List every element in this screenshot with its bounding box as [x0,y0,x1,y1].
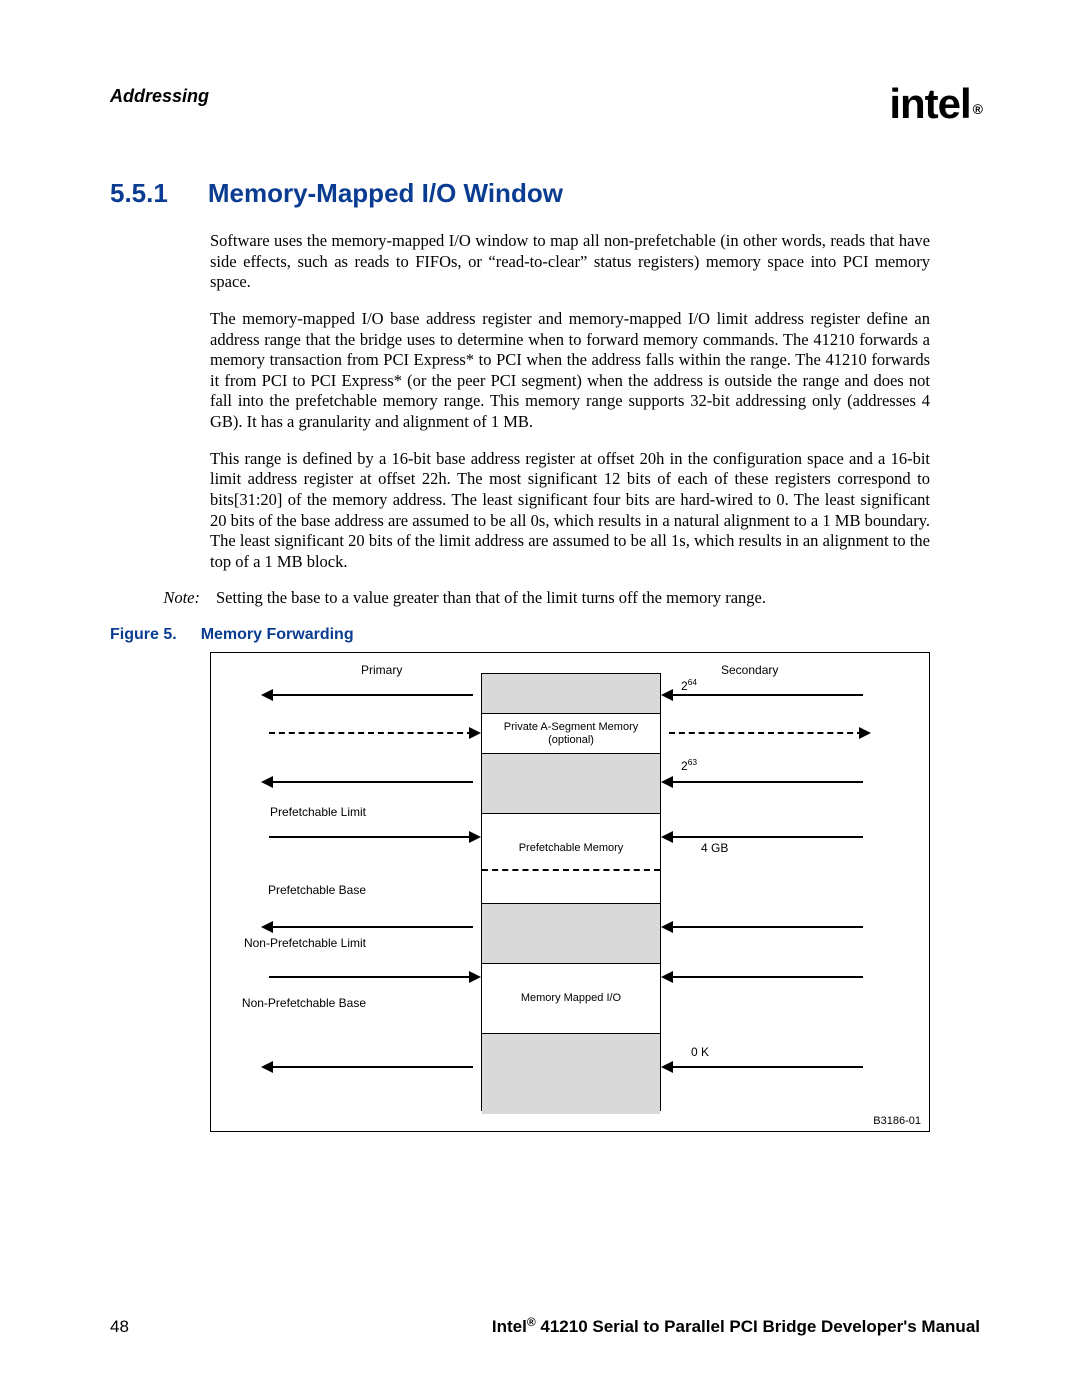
paragraph-3: This range is defined by a 16-bit base a… [210,449,930,573]
seg-private-a: Private A-Segment Memory (optional) [482,714,660,754]
seg-gray-bottom [482,1034,660,1114]
arrow-left-icon [661,833,871,841]
label-4gb: 4 GB [701,841,728,855]
private-a-optional: (optional) [548,734,594,747]
figure-title: Memory Forwarding [201,626,354,644]
seg-gray-2 [482,754,660,814]
figure-diagram: Primary Secondary Private A-Segment Memo… [210,652,930,1132]
body-text: Software uses the memory-mapped I/O wind… [210,231,930,572]
arrow-left-icon [261,691,481,699]
memory-column: Private A-Segment Memory (optional) Pref… [481,673,661,1111]
figure-label: Figure 5. [110,626,177,644]
logo-text: intel [889,80,970,127]
section-title: Memory-Mapped I/O Window [208,178,563,209]
label-2-64: 264 [681,677,697,693]
private-a-label: Private A-Segment Memory [504,721,639,734]
chapter-label: Addressing [110,86,209,107]
note-row: Note: Setting the base to a value greate… [110,588,980,608]
arrow-right-icon [261,833,481,841]
arrow-right-icon [261,973,481,981]
intel-logo: intel® [889,80,980,128]
label-nonpre-limit: Non-Prefetchable Limit [231,936,366,950]
arrow-left-icon [261,778,481,786]
diagram-code: B3186-01 [873,1115,921,1127]
section-number: 5.5.1 [110,178,168,209]
prefetchable-mem-label: Prefetchable Memory [519,842,624,855]
label-primary: Primary [361,663,402,677]
arrow-left-icon [661,1063,871,1071]
note-label: Note: [110,588,200,608]
paragraph-2: The memory-mapped I/O base address regis… [210,309,930,433]
dashed-divider-icon [482,869,660,871]
section-heading: 5.5.1 Memory-Mapped I/O Window [110,178,980,209]
label-prefetch-limit: Prefetchable Limit [251,805,366,819]
note-text: Setting the base to a value greater than… [216,588,980,608]
paragraph-1: Software uses the memory-mapped I/O wind… [210,231,930,293]
label-prefetch-base: Prefetchable Base [251,883,366,897]
logo-registered-icon: ® [973,101,982,117]
arrow-left-icon [661,778,871,786]
mmio-label: Memory Mapped I/O [521,992,621,1005]
page-header: Addressing intel® [110,80,980,128]
page-number: 48 [110,1317,129,1337]
seg-prefetchable: Prefetchable Memory [482,814,660,904]
figure-caption: Figure 5. Memory Forwarding [110,626,980,644]
arrow-right-dashed-icon [261,729,481,737]
seg-mmio: Memory Mapped I/O [482,964,660,1034]
label-nonpre-base: Non-Prefetchable Base [231,996,366,1010]
label-0k: 0 K [691,1045,709,1059]
arrow-left-icon [661,973,871,981]
seg-top-gray [482,674,660,714]
label-2-63: 263 [681,757,697,773]
seg-gray-3 [482,904,660,964]
document-title: Intel® 41210 Serial to Parallel PCI Brid… [492,1317,980,1337]
page-footer: 48 Intel® 41210 Serial to Parallel PCI B… [110,1317,980,1337]
arrow-left-icon [661,923,871,931]
arrow-right-dashed-icon [661,729,871,737]
label-secondary: Secondary [721,663,778,677]
arrow-left-icon [261,1063,481,1071]
arrow-left-icon [261,923,481,931]
